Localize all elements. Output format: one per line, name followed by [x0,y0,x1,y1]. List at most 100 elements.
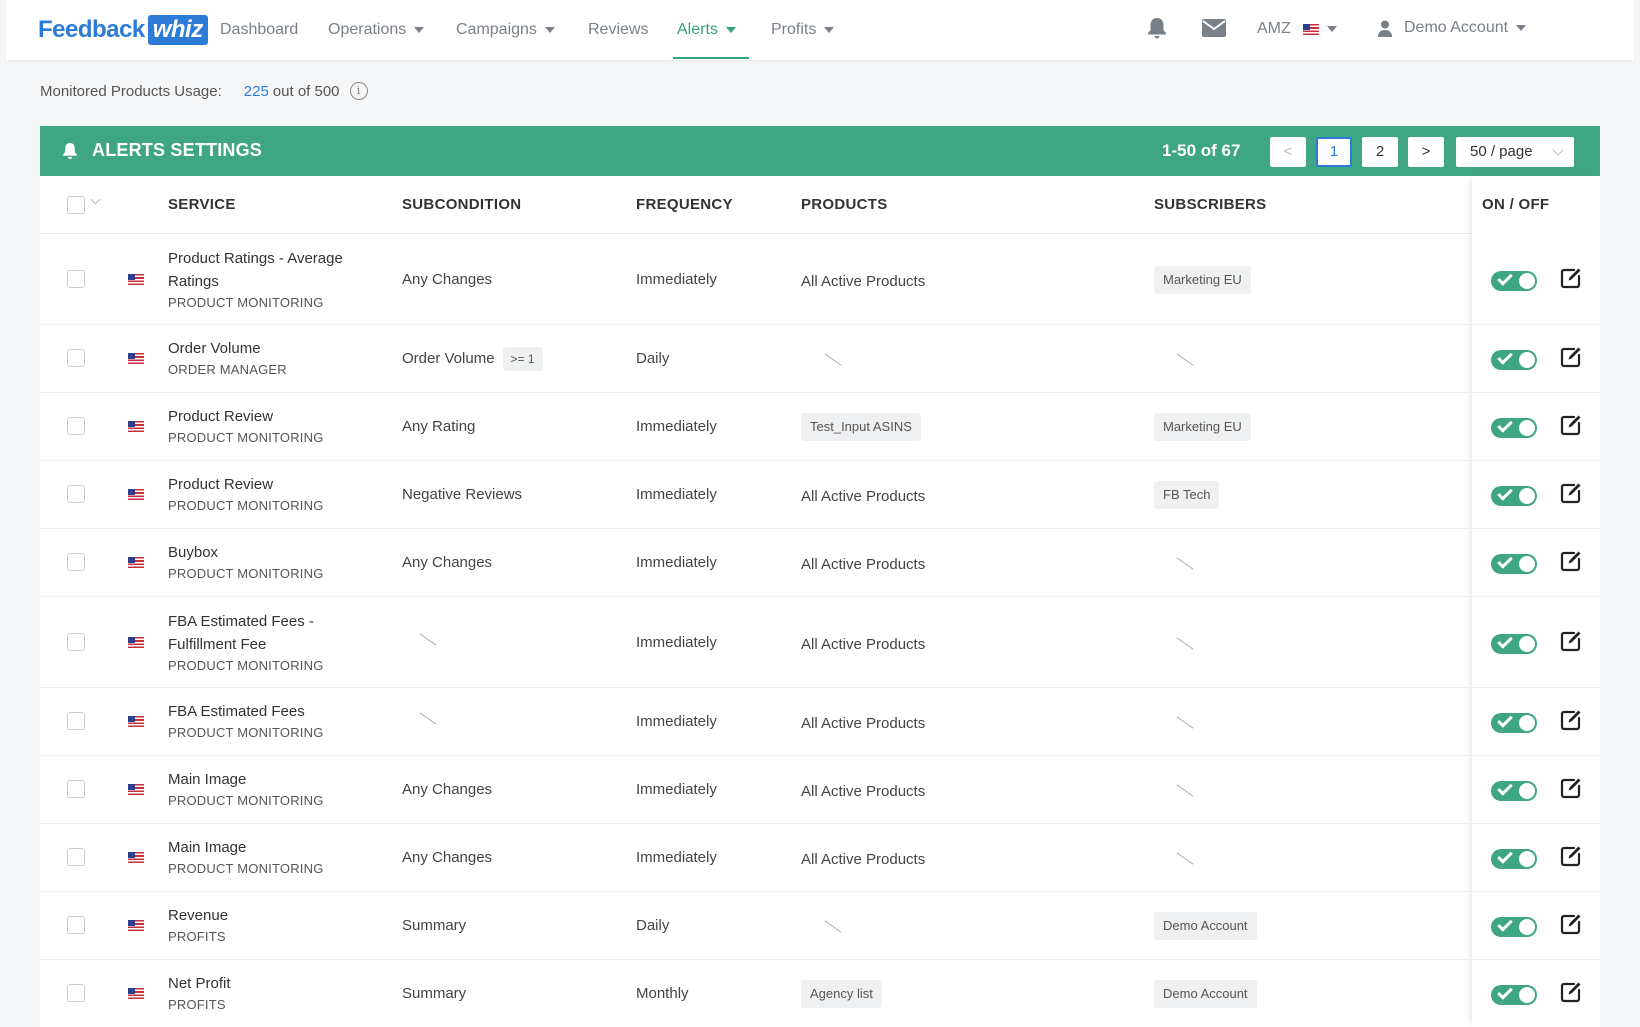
empty-dash [1177,637,1194,649]
alert-toggle[interactable] [1491,350,1537,370]
chevron-down-icon[interactable] [91,195,101,205]
table-row: Net Profit PROFITS SummaryMonthlyAgency … [40,960,1600,1027]
nav-reviews[interactable]: Reviews [588,20,648,40]
empty-dash [1177,716,1194,728]
edit-icon[interactable] [1560,346,1582,368]
row-checkbox[interactable] [67,349,85,367]
edit-icon[interactable] [1560,845,1582,867]
nav-profits[interactable]: Profits [771,20,834,40]
row-checkbox[interactable] [67,916,85,934]
subscribers-cell: Marketing EU [1154,413,1251,441]
service-cell: Buybox PRODUCT MONITORING [168,541,378,584]
page-size-select[interactable]: 50 / page [1456,137,1574,167]
empty-dash [420,712,437,724]
edit-icon[interactable] [1560,709,1582,731]
check-icon [1497,780,1513,796]
frequency-cell: Immediately [636,849,717,866]
subcondition-text: Negative Reviews [402,486,522,503]
row-checkbox[interactable] [67,633,85,651]
alert-toggle[interactable] [1491,713,1537,733]
subscribers-cell: Demo Account [1154,912,1257,940]
usage-used-count: 225 [244,83,269,100]
edit-icon[interactable] [1560,414,1582,436]
row-checkbox[interactable] [67,848,85,866]
alert-toggle[interactable] [1491,985,1537,1005]
row-checkbox[interactable] [67,553,85,571]
edit-icon[interactable] [1560,913,1582,935]
service-cell: Product Ratings - Average Ratings PRODUC… [168,247,378,313]
row-checkbox[interactable] [67,984,85,1002]
subscribers-cell: Demo Account [1154,980,1257,1008]
edit-icon[interactable] [1560,482,1582,504]
edit-icon[interactable] [1560,777,1582,799]
products-cell: All Active Products [801,715,925,732]
alert-toggle[interactable] [1491,634,1537,654]
frequency-cell: Immediately [636,781,717,798]
nav-dashboard[interactable]: Dashboard [220,20,298,40]
messages-envelope-icon[interactable] [1202,19,1226,37]
service-cell: Order Volume ORDER MANAGER [168,337,378,380]
nav-campaigns[interactable]: Campaigns [456,20,555,40]
alert-toggle[interactable] [1491,849,1537,869]
service-name: FBA Estimated Fees - Fulfillment Fee [168,610,378,656]
alert-toggle[interactable] [1491,781,1537,801]
service-cell: FBA Estimated Fees - Fulfillment Fee PRO… [168,610,378,676]
monitored-products-usage: Monitored Products Usage: 225 out of 500… [40,82,368,100]
table-row: FBA Estimated Fees - Fulfillment Fee PRO… [40,597,1600,688]
us-flag-icon [128,353,144,364]
frequency-cell: Immediately [636,554,717,571]
nav-operations[interactable]: Operations [328,20,424,40]
service-cell: Revenue PROFITS [168,904,378,947]
page-1-button[interactable]: 1 [1316,137,1352,167]
row-checkbox[interactable] [67,712,85,730]
chevron-down-icon [824,27,834,33]
info-icon[interactable]: i [350,82,368,100]
table-row: Revenue PROFITS SummaryDailyDemo Account [40,892,1600,960]
us-flag-icon [128,784,144,795]
subcondition-cell: Negative Reviews [402,483,522,507]
check-icon [1497,916,1513,932]
subscribers-cell: Marketing EU [1154,266,1251,294]
alert-toggle[interactable] [1491,917,1537,937]
empty-dash [1177,353,1194,365]
alert-toggle[interactable] [1491,554,1537,574]
edit-icon[interactable] [1560,630,1582,652]
feedbackwhiz-logo[interactable]: Feedbackwhiz [38,13,208,47]
prev-page-button[interactable]: < [1270,137,1306,167]
edit-icon[interactable] [1560,981,1582,1003]
select-all-checkbox[interactable] [67,196,85,214]
column-subscribers: SUBSCRIBERS [1154,196,1266,213]
marketplace-selector[interactable]: AMZ [1257,20,1337,38]
row-checkbox[interactable] [67,417,85,435]
products-cell: All Active Products [801,273,925,290]
empty-dash [825,353,842,365]
alert-toggle[interactable] [1491,418,1537,438]
subcondition-text: Summary [402,917,466,934]
subscriber-tag: Marketing EU [1154,413,1251,441]
edit-icon[interactable] [1560,267,1582,289]
table-row: FBA Estimated Fees PRODUCT MONITORING Im… [40,688,1600,756]
alert-toggle[interactable] [1491,486,1537,506]
user-icon [1378,20,1392,37]
products-cell: Agency list [801,980,882,1008]
panel-title-text: ALERTS SETTINGS [92,140,262,161]
subcondition-text: Any Changes [402,781,492,798]
nav-alerts[interactable]: Alerts [677,20,736,40]
row-checkbox[interactable] [67,270,85,288]
table-row: Order Volume ORDER MANAGER Order Volume>… [40,325,1600,393]
edit-icon[interactable] [1560,550,1582,572]
empty-dash [1177,557,1194,569]
subscriber-tag: Marketing EU [1154,266,1251,294]
next-page-button[interactable]: > [1408,137,1444,167]
frequency-cell: Immediately [636,486,717,503]
account-menu[interactable]: Demo Account [1378,19,1526,37]
alert-toggle[interactable] [1491,271,1537,291]
products-cell: All Active Products [801,636,925,653]
row-checkbox[interactable] [67,780,85,798]
row-checkbox[interactable] [67,485,85,503]
page-2-button[interactable]: 2 [1362,137,1398,167]
check-icon [1497,712,1513,728]
notifications-bell-icon[interactable] [1146,16,1168,40]
column-on-off: ON / OFF [1482,196,1549,213]
us-flag-icon [128,421,144,432]
